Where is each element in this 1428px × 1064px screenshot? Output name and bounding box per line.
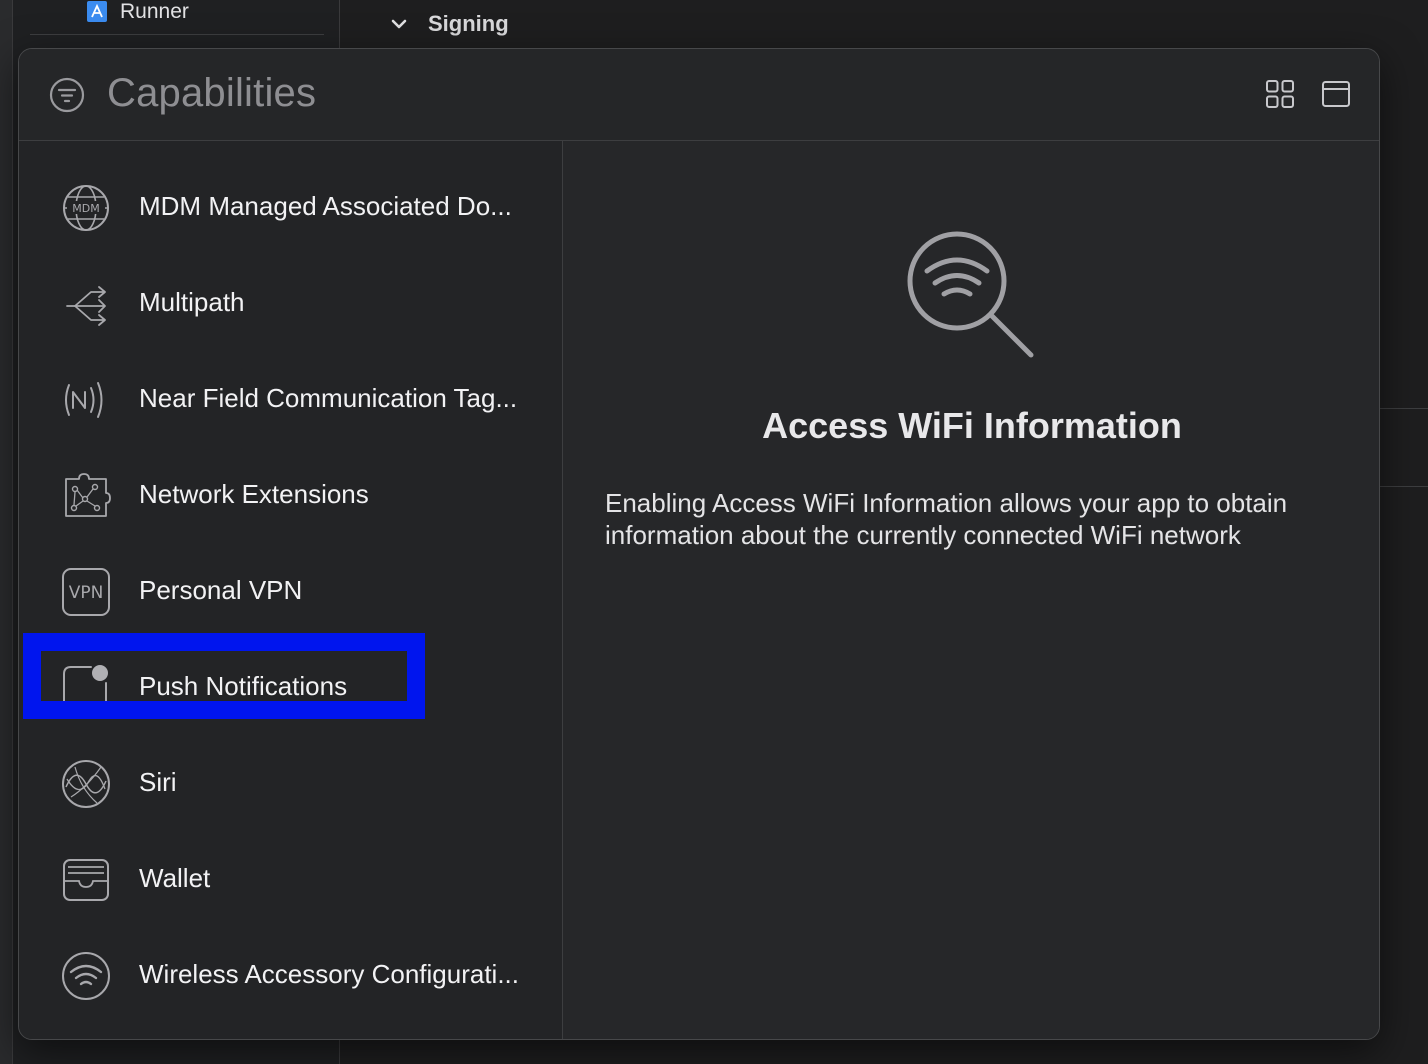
project-item-label: Runner <box>120 0 189 23</box>
svg-text:MDM: MDM <box>72 202 99 215</box>
capability-label: Near Field Communication Tag... <box>139 383 518 413</box>
push-notification-icon <box>63 665 108 710</box>
wifi-icon <box>62 952 110 1000</box>
app-project-icon <box>87 1 107 22</box>
wifi-search-icon <box>907 231 1034 358</box>
capability-item-wallet[interactable]: Wallet <box>19 831 563 927</box>
split-view-icon[interactable] <box>1321 79 1351 109</box>
divider <box>1380 408 1428 409</box>
capability-label: Personal VPN <box>139 575 303 605</box>
capability-label: Push Notifications <box>139 671 348 701</box>
capability-item-personal-vpn[interactable]: VPN Personal VPN <box>19 543 563 639</box>
capability-label: MDM Managed Associated Do... <box>139 191 512 221</box>
section-header-label: Signing <box>428 11 509 36</box>
capability-label: Wallet <box>139 863 211 893</box>
vpn-icon: VPN <box>62 568 110 616</box>
filter-icon[interactable] <box>49 77 85 113</box>
detail-description: Enabling Access WiFi Information allows … <box>605 488 1288 550</box>
capability-label: Network Extensions <box>139 479 369 509</box>
capabilities-popover: Capabilities MDM MDM Managed Associated … <box>18 48 1380 1040</box>
capability-item-network-extensions[interactable]: Network Extensions <box>19 447 563 543</box>
nfc-icon <box>65 382 103 418</box>
capability-label: Multipath <box>139 287 245 317</box>
project-item-runner[interactable]: Runner <box>86 0 189 24</box>
capability-label: Wireless Accessory Configurati... <box>139 959 520 989</box>
multipath-arrows-icon <box>66 286 106 326</box>
detail-title: Access WiFi Information <box>762 405 1182 446</box>
capabilities-list: MDM MDM Managed Associated Do... Multipa… <box>19 141 563 1039</box>
capability-item-siri[interactable]: Siri <box>19 735 563 831</box>
capability-item-mdm[interactable]: MDM MDM Managed Associated Do... <box>19 159 563 255</box>
popover-header: Capabilities <box>19 49 1379 141</box>
divider <box>30 34 324 35</box>
signing-section-header[interactable]: Signing <box>388 8 509 40</box>
mdm-globe-icon: MDM <box>63 185 109 231</box>
chevron-down-icon <box>391 19 407 29</box>
siri-icon <box>62 760 110 808</box>
divider <box>1380 486 1428 487</box>
capability-detail: Access WiFi Information Enabling Access … <box>563 141 1379 1039</box>
grid-view-icon[interactable] <box>1265 79 1295 109</box>
capability-item-multipath[interactable]: Multipath <box>19 255 563 351</box>
popover-title: Capabilities <box>107 71 317 115</box>
capability-item-nfc[interactable]: Near Field Communication Tag... <box>19 351 563 447</box>
network-puzzle-icon <box>65 473 111 517</box>
capability-label: Siri <box>139 767 177 797</box>
svg-text:VPN: VPN <box>69 583 104 603</box>
capability-item-wireless-accessory[interactable]: Wireless Accessory Configurati... <box>19 927 563 1023</box>
capability-item-push-notifications[interactable]: Push Notifications <box>19 639 563 735</box>
navigator-edge <box>0 0 13 1064</box>
wallet-icon <box>63 859 109 901</box>
